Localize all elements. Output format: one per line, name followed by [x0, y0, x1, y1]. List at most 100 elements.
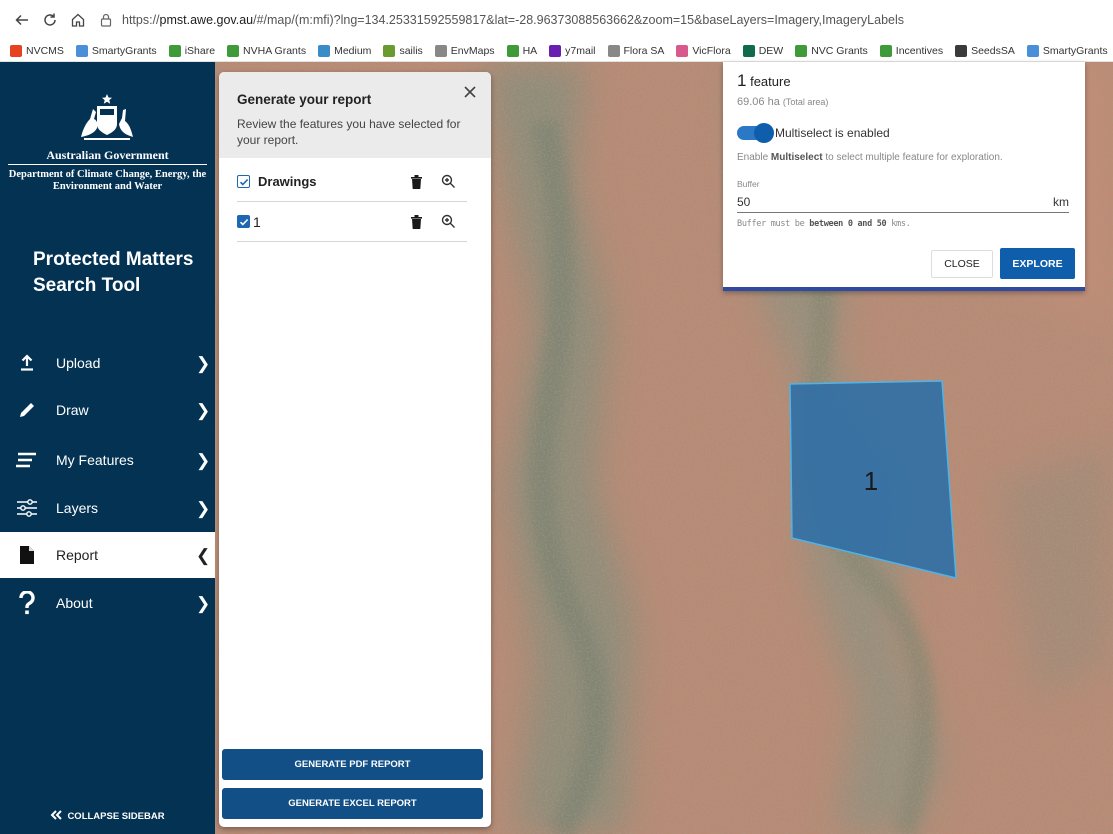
zoom-to-feature-button[interactable] — [441, 214, 456, 234]
coat-of-arms-logo — [78, 92, 136, 147]
bookmark-item[interactable]: Flora SA — [607, 44, 664, 57]
address-bar[interactable]: https://pmst.awe.gov.au/#/map/(m:mfi)?ln… — [100, 13, 904, 27]
note-suffix: kms. — [891, 219, 911, 229]
bookmark-item[interactable]: Incentives — [879, 44, 944, 57]
bookmark-item[interactable]: NVC Grants — [795, 44, 868, 57]
feature-count: 1 — [737, 71, 747, 90]
multiselect-toggle[interactable] — [737, 123, 774, 143]
close-report-button[interactable] — [463, 83, 477, 104]
url-path: /#/map/(m:mfi)?lng=134.25331592559817&la… — [253, 13, 905, 27]
drawings-group-row: Drawings — [237, 162, 467, 202]
bookmark-item[interactable]: iShare — [168, 44, 216, 57]
double-chevron-left-icon — [50, 809, 63, 823]
bookmark-label: sailis — [399, 44, 423, 57]
polygon-label: 1 — [864, 466, 878, 496]
url-prefix: https:// — [122, 13, 160, 27]
sidebar-item-label: Draw — [56, 402, 89, 418]
sidebar-item-report[interactable]: Report ❮ — [0, 532, 215, 578]
sidebar-item-label: About — [56, 595, 93, 611]
note-bold: between 0 and 50 — [809, 219, 887, 229]
bookmark-item[interactable]: SmartyGrants — [75, 44, 157, 57]
report-subtitle: Review the features you have selected fo… — [237, 117, 461, 147]
sidebar-item-draw[interactable]: Draw ❯ — [0, 387, 215, 433]
sidebar-item-upload[interactable]: Upload ❯ — [0, 340, 215, 386]
home-icon — [71, 13, 85, 27]
home-button[interactable] — [64, 6, 92, 34]
generate-pdf-report-button[interactable]: GENERATE PDF REPORT — [222, 749, 483, 780]
collapse-sidebar-button[interactable]: COLLAPSE SIDEBAR — [0, 798, 215, 834]
buffer-note: Buffer must be between 0 and 50 kms. — [737, 219, 911, 229]
bookmark-label: iShare — [184, 44, 216, 57]
bookmark-item[interactable]: VicFlora — [676, 44, 731, 57]
bookmark-favicon-icon — [506, 44, 519, 57]
bookmark-item[interactable]: SeedsSA — [955, 44, 1015, 57]
sidebar-item-label: Report — [56, 547, 99, 563]
buffer-input[interactable] — [737, 195, 937, 209]
trash-icon — [411, 215, 422, 229]
explore-button[interactable]: EXPLORE — [1000, 248, 1075, 279]
bookmark-label: y7mail — [565, 44, 596, 57]
feature-checkbox[interactable] — [237, 215, 250, 228]
zoom-in-icon — [441, 174, 455, 188]
explore-popup: 1 feature 69.06 ha (Total area) Multisel… — [723, 62, 1085, 291]
chevron-left-icon: ❮ — [196, 545, 211, 565]
bookmark-item[interactable]: SmartyGrants — [1026, 44, 1108, 57]
logo-divider — [8, 164, 207, 165]
hint-suffix: to select multiple feature for explorati… — [825, 152, 1003, 163]
bookmark-label: DEW — [758, 44, 784, 57]
bookmark-label: Incentives — [895, 44, 944, 57]
bookmark-label: HA — [522, 44, 538, 57]
chevron-right-icon: ❯ — [196, 450, 211, 470]
reload-icon — [44, 13, 56, 26]
app-title: Protected Matters Search Tool — [33, 249, 194, 296]
bookmark-item[interactable]: sailis — [383, 44, 423, 57]
delete-feature-button[interactable] — [411, 215, 422, 234]
bookmark-label: SmartyGrants — [91, 44, 157, 57]
collapse-sidebar-label: COLLAPSE SIDEBAR — [67, 810, 165, 822]
url-domain: pmst.awe.gov.au — [159, 13, 254, 27]
bookmark-item[interactable]: NVCMS — [10, 44, 64, 57]
zoom-in-icon — [441, 214, 455, 228]
chevron-right-icon: ❯ — [196, 498, 211, 518]
area-value: 69.06 ha — [737, 96, 780, 108]
bookmark-favicon-icon — [795, 44, 808, 57]
department-name: Department of Climate Change, Energy, th… — [8, 169, 207, 192]
report-panel: Generate your report Review the features… — [219, 72, 491, 827]
bookmark-label: NVC Grants — [811, 44, 868, 57]
bookmark-item[interactable]: NVHA Grants — [227, 44, 306, 57]
upload-icon — [14, 350, 40, 376]
sidebar-item-about[interactable]: About ❯ — [0, 580, 215, 626]
close-icon — [464, 86, 476, 98]
bookmark-favicon-icon — [318, 44, 331, 57]
close-button[interactable]: CLOSE — [931, 250, 993, 278]
back-button[interactable] — [8, 6, 36, 34]
question-icon — [14, 590, 40, 616]
total-area: 69.06 ha (Total area) — [737, 96, 828, 108]
sidebar-item-my-features[interactable]: My Features ❯ — [0, 437, 215, 483]
bookmark-label: NVCMS — [26, 44, 64, 57]
feature-row: 1 — [237, 202, 467, 242]
browser-toolbar: https://pmst.awe.gov.au/#/map/(m:mfi)?ln… — [0, 0, 1113, 40]
generate-excel-report-button[interactable]: GENERATE EXCEL REPORT — [222, 788, 483, 819]
bookmark-item[interactable]: Medium — [318, 44, 371, 57]
trash-icon — [411, 175, 422, 189]
reload-button[interactable] — [36, 6, 64, 34]
report-header: Generate your report Review the features… — [219, 72, 491, 158]
bookmark-item[interactable]: EnvMaps — [434, 44, 495, 57]
check-icon — [239, 218, 248, 226]
zoom-to-drawings-button[interactable] — [441, 174, 456, 194]
bookmark-item[interactable]: y7mail — [549, 44, 596, 57]
feature-label: 1 — [253, 213, 261, 230]
toggle-knob — [754, 123, 774, 143]
bookmark-favicon-icon — [676, 44, 689, 57]
hint-bold: Multiselect — [770, 152, 823, 163]
delete-drawings-button[interactable] — [411, 175, 422, 194]
bookmark-item[interactable]: HA — [506, 44, 538, 57]
buffer-unit: km — [1053, 195, 1069, 209]
pencil-icon — [14, 397, 40, 423]
drawings-checkbox[interactable] — [237, 175, 250, 188]
sidebar-item-layers[interactable]: Layers ❯ — [0, 485, 215, 531]
hint-prefix: Enable — [737, 152, 769, 163]
bookmark-item[interactable]: DEW — [742, 44, 784, 57]
bookmark-favicon-icon — [879, 44, 892, 57]
